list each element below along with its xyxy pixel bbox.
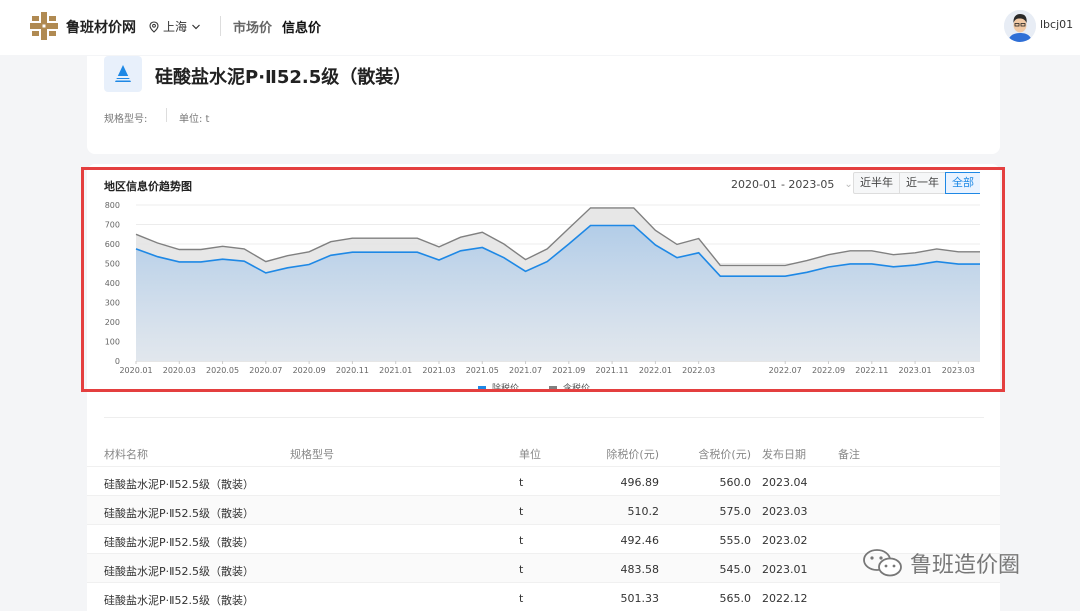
product-icon [104, 56, 142, 92]
cell-in-tax: 545.0 [719, 563, 752, 576]
cell-name: 硅酸盐水泥P·Ⅱ52.5级（散装） [104, 565, 255, 578]
col-in-tax-price: 含税价(元) [698, 448, 751, 461]
table-row[interactable]: 硅酸盐水泥P·Ⅱ52.5级（散装） t 501.33 565.0 2022.12 [87, 582, 1000, 611]
watermark-text: 鲁班造价圈 [910, 553, 1021, 578]
top-nav: 鲁班材价网 上海 市场价 信息价 lbcj01 [0, 0, 1080, 55]
cell-ex-tax: 510.2 [627, 505, 660, 518]
cell-date: 2023.01 [762, 563, 808, 576]
spec-label: 规格型号: [104, 114, 148, 125]
cell-in-tax: 575.0 [719, 505, 752, 518]
cell-ex-tax: 483.58 [620, 563, 660, 576]
cell-unit: t [519, 505, 524, 518]
location-selector[interactable]: 上海 [149, 18, 201, 35]
table-row[interactable]: 硅酸盐水泥P·Ⅱ52.5级（散装） t 510.2 575.0 2023.03 [87, 495, 1000, 524]
col-note: 备注 [838, 448, 860, 461]
site-logo-text[interactable]: 鲁班材价网 [66, 17, 136, 37]
chart-highlight-box [81, 167, 1005, 392]
watermark: 鲁班造价圈 [862, 547, 1020, 579]
product-title: 硅酸盐水泥P·Ⅱ52.5级（散装） [155, 67, 412, 88]
material-icon [114, 65, 132, 82]
unit-label: 单位: t [179, 114, 210, 125]
user-avatar-icon [1004, 10, 1036, 42]
cell-name: 硅酸盐水泥P·Ⅱ52.5级（散装） [104, 507, 255, 520]
cell-unit: t [519, 476, 524, 489]
cell-name: 硅酸盐水泥P·Ⅱ52.5级（散装） [104, 478, 255, 491]
cell-ex-tax: 492.46 [620, 534, 660, 547]
cell-unit: t [519, 563, 524, 576]
wechat-icon [863, 549, 902, 577]
nav-divider [220, 16, 221, 36]
location-label: 上海 [163, 20, 188, 34]
logo-icon[interactable] [30, 12, 58, 40]
spec-divider [166, 108, 167, 122]
cell-name: 硅酸盐水泥P·Ⅱ52.5级（散装） [104, 594, 255, 607]
col-publish-date: 发布日期 [762, 448, 806, 461]
cell-in-tax: 565.0 [719, 592, 752, 605]
cell-unit: t [519, 534, 524, 547]
avatar[interactable] [1004, 10, 1036, 42]
table-header: 材料名称 规格型号 单位 除税价(元) 含税价(元) 发布日期 备注 [87, 437, 1000, 467]
col-ex-tax-price: 除税价(元) [606, 448, 659, 461]
cell-in-tax: 560.0 [719, 476, 752, 489]
nav-info-price[interactable]: 信息价 [282, 17, 321, 36]
cell-ex-tax: 496.89 [620, 476, 660, 489]
col-unit: 单位 [519, 448, 541, 461]
location-pin-icon [149, 20, 159, 33]
cell-ex-tax: 501.33 [620, 592, 660, 605]
table-row[interactable]: 硅酸盐水泥P·Ⅱ52.5级（散装） t 496.89 560.0 2023.04 [87, 466, 1000, 495]
cell-date: 2023.02 [762, 534, 808, 547]
col-material-name: 材料名称 [104, 448, 148, 461]
cell-in-tax: 555.0 [719, 534, 752, 547]
cell-name: 硅酸盐水泥P·Ⅱ52.5级（散装） [104, 536, 255, 549]
cell-date: 2023.03 [762, 505, 808, 518]
username[interactable]: lbcj01 [1040, 18, 1073, 31]
col-spec: 规格型号 [290, 448, 334, 461]
chevron-down-icon [192, 24, 200, 29]
cell-date: 2022.12 [762, 592, 808, 605]
cell-date: 2023.04 [762, 476, 808, 489]
nav-market-price[interactable]: 市场价 [233, 17, 272, 36]
section-divider [104, 417, 984, 418]
cell-unit: t [519, 592, 524, 605]
